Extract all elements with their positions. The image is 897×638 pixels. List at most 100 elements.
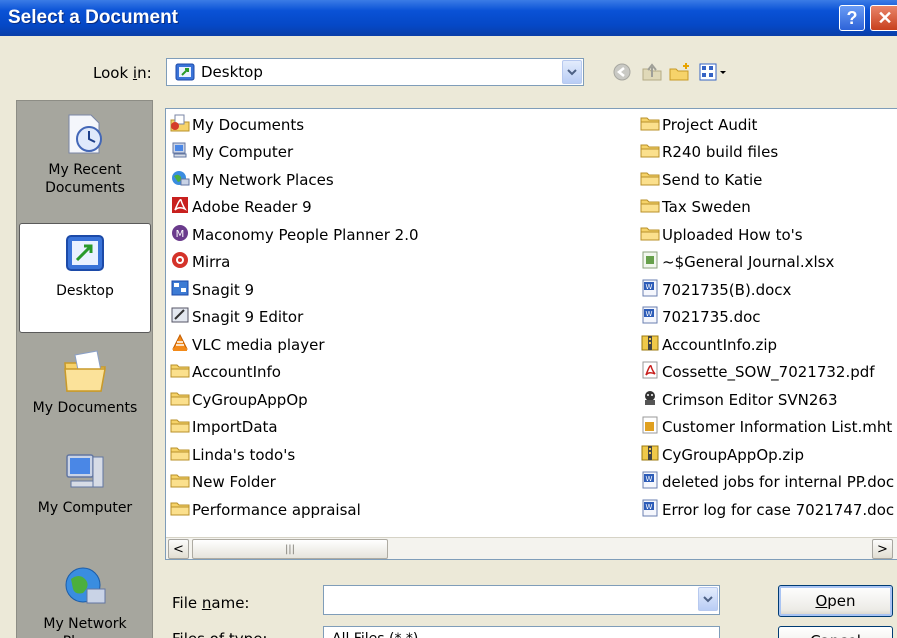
word-icon: W — [640, 306, 662, 328]
place-my-computer[interactable]: My Computer — [19, 441, 151, 551]
place-my-recent-documents[interactable]: My Recent Documents — [19, 103, 151, 213]
file-list-item[interactable]: My Documents — [170, 111, 419, 139]
places-bar: My Recent Documents Desktop My Documents… — [16, 100, 153, 638]
file-list-item-label: AccountInfo.zip — [662, 335, 778, 354]
file-list-item[interactable]: Performance appraisal — [170, 496, 419, 524]
file-name-input[interactable] — [323, 585, 720, 615]
file-type-label: Files of type: — [172, 630, 267, 638]
file-list-item-label: Cossette_SOW_7021732.pdf — [662, 363, 875, 382]
help-button[interactable]: ? — [839, 5, 865, 31]
file-list-item[interactable]: My Network Places — [170, 166, 419, 194]
file-list-item[interactable]: Uploaded How to's — [640, 221, 894, 249]
place-my-network-places[interactable]: My Network Places — [19, 557, 151, 638]
file-list-item[interactable]: Wdeleted jobs for internal PP.doc — [640, 469, 894, 497]
svg-text:W: W — [646, 310, 653, 318]
file-list-item[interactable]: Customer Information List.mht — [640, 414, 894, 442]
open-button[interactable]: Open — [778, 585, 893, 617]
file-list-item[interactable]: CyGroupAppOp — [170, 386, 419, 414]
file-list-item[interactable]: Cossette_SOW_7021732.pdf — [640, 359, 894, 387]
word-icon: W — [640, 499, 662, 521]
crimson-icon — [640, 389, 662, 411]
chevron-down-icon[interactable] — [562, 60, 582, 84]
file-list-item[interactable]: Snagit 9 Editor — [170, 304, 419, 332]
file-list-item[interactable]: Linda's todo's — [170, 441, 419, 469]
views-menu-icon[interactable] — [698, 61, 730, 83]
file-list-column-right: Project Audit R240 build files Send to Kat… — [640, 111, 894, 524]
file-list-item[interactable]: AccountInfo.zip — [640, 331, 894, 359]
file-list-item-label: 7021735.doc — [662, 308, 761, 327]
svg-text:W: W — [646, 475, 653, 483]
file-list-item-label: Snagit 9 Editor — [192, 308, 304, 327]
excel-icon — [640, 251, 662, 273]
file-type-dropdown[interactable]: All Files (*.*) — [323, 626, 720, 638]
zip-icon — [640, 444, 662, 466]
file-list-item-label: My Documents — [192, 115, 305, 134]
file-list-item[interactable]: ImportData — [170, 414, 419, 442]
folder-icon — [640, 114, 662, 136]
horizontal-scrollbar[interactable]: < ||| > — [166, 537, 897, 559]
file-list-item[interactable]: W 7021735.doc — [640, 304, 894, 332]
file-list-item-label: deleted jobs for internal PP.doc — [662, 473, 895, 492]
file-list-item-label: AccountInfo — [192, 363, 281, 382]
file-list-item[interactable]: Project Audit — [640, 111, 894, 139]
file-list-item[interactable]: CyGroupAppOp.zip — [640, 441, 894, 469]
back-icon[interactable] — [610, 61, 634, 83]
file-list-item-label: New Folder — [192, 473, 276, 492]
svg-text:W: W — [646, 283, 653, 291]
vlc-icon — [170, 333, 192, 356]
my-computer-icon — [66, 454, 104, 488]
desktop-icon — [66, 235, 104, 271]
file-list-item[interactable]: New Folder — [170, 469, 419, 497]
file-list-item-label: Send to Katie — [662, 170, 763, 189]
new-folder-icon[interactable] — [668, 61, 692, 83]
file-list-item[interactable]: ~$General Journal.xlsx — [640, 249, 894, 277]
scroll-thumb[interactable]: ||| — [192, 539, 388, 559]
svg-text:W: W — [646, 503, 653, 511]
file-list-item[interactable]: Mirra — [170, 249, 419, 277]
up-folder-icon[interactable] — [640, 61, 664, 83]
folder-icon — [640, 224, 662, 246]
file-list-item[interactable]: Tax Sweden — [640, 194, 894, 222]
file-list-item-label: Uploaded How to's — [662, 225, 803, 244]
place-desktop[interactable]: Desktop — [19, 223, 151, 333]
network-icon — [170, 169, 192, 191]
file-list-item[interactable]: AccountInfo — [170, 359, 419, 387]
cancel-button[interactable]: Cancel — [778, 626, 893, 638]
file-list-item-label: Performance appraisal — [192, 500, 361, 519]
file-list-item[interactable]: Adobe Reader 9 — [170, 194, 419, 222]
file-list-item-label: ImportData — [192, 418, 278, 437]
chevron-down-icon[interactable] — [698, 587, 718, 611]
my-documents-icon — [64, 350, 106, 392]
file-list-item-label: 7021735(B).docx — [662, 280, 792, 299]
file-list-item[interactable]: Send to Katie — [640, 166, 894, 194]
file-list-item[interactable]: R240 build files — [640, 139, 894, 167]
file-list-item[interactable]: Crimson Editor SVN263 — [640, 386, 894, 414]
place-my-documents[interactable]: My Documents — [19, 341, 151, 451]
file-list-item[interactable]: W 7021735(B).docx — [640, 276, 894, 304]
file-list-item[interactable]: VLC media player — [170, 331, 419, 359]
snagit-editor-icon — [170, 306, 192, 328]
folder-icon — [170, 416, 192, 438]
folder-icon — [170, 499, 192, 521]
mirra-icon — [170, 251, 192, 273]
file-list-item[interactable]: Snagit 9 — [170, 276, 419, 304]
file-list-item[interactable]: W Error log for case 7021747.doc — [640, 496, 894, 524]
file-list-item-label: Maconomy People Planner 2.0 — [192, 225, 419, 244]
file-list-item-label: R240 build files — [662, 143, 779, 162]
file-list-item-label: Tax Sweden — [662, 198, 751, 217]
network-places-icon — [65, 567, 106, 604]
folder-icon — [170, 444, 192, 466]
close-button[interactable]: ✕ — [870, 5, 897, 31]
scroll-right-button[interactable]: > — [872, 539, 893, 559]
file-list-item-label: Snagit 9 — [192, 280, 255, 299]
file-list-item-label: CyGroupAppOp.zip — [662, 445, 804, 464]
file-list-item-label: VLC media player — [192, 335, 325, 354]
look-in-dropdown[interactable]: Desktop — [166, 58, 584, 86]
file-list-item[interactable]: M Maconomy People Planner 2.0 — [170, 221, 419, 249]
word-icon: W — [640, 471, 662, 493]
file-list-item[interactable]: My Computer — [170, 139, 419, 167]
folder-icon — [170, 389, 192, 411]
file-list-item-label: Customer Information List.mht — [662, 418, 893, 437]
scroll-left-button[interactable]: < — [168, 539, 189, 559]
file-list[interactable]: My Documents My Computer My Network Places… — [165, 108, 897, 560]
